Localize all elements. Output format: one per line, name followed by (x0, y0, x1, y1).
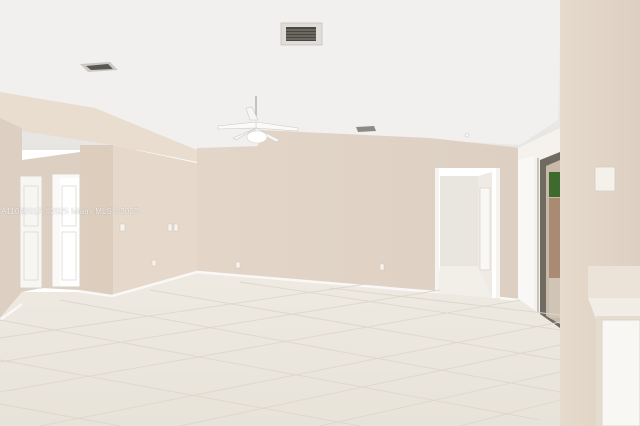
ceiling-vent-center (280, 22, 323, 46)
mls-watermark: A11082017 ©2025 Miami MLS ©2025 (1, 207, 139, 216)
light-switch (594, 166, 616, 192)
left-column (80, 145, 113, 295)
ceiling-vent-right (356, 126, 376, 132)
left-door-1 (19, 175, 43, 289)
left-door-2 (51, 173, 81, 288)
smoke-detector (464, 132, 470, 138)
room-photo: A11082017 ©2025 Miami MLS ©2025 (0, 0, 640, 426)
hallway-opening (435, 168, 500, 300)
left-partition-wall (112, 145, 197, 296)
sliding-glass-door (518, 128, 560, 330)
